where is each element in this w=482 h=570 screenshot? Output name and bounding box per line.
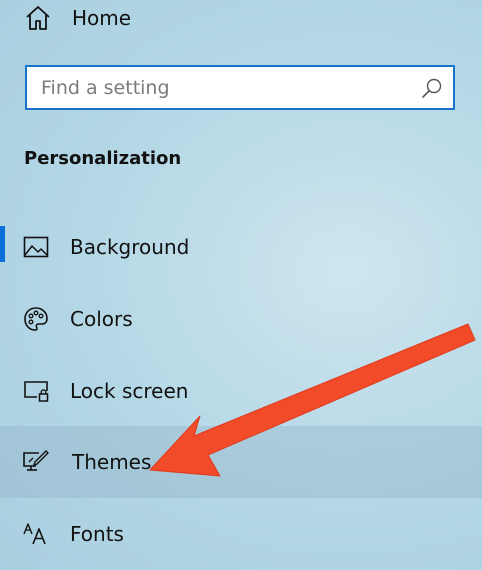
search-box[interactable]	[25, 65, 455, 110]
home-link[interactable]: Home	[0, 0, 482, 36]
section-title: Personalization	[24, 148, 182, 169]
nav-item-themes[interactable]: Themes	[0, 426, 482, 498]
fonts-icon	[22, 520, 50, 548]
picture-icon	[22, 233, 50, 261]
nav-label-themes: Themes	[72, 450, 152, 474]
nav-item-colors[interactable]: Colors	[0, 283, 482, 355]
palette-icon	[22, 305, 50, 333]
nav-item-background[interactable]: Background	[0, 211, 482, 283]
nav-item-fonts[interactable]: Fonts	[0, 498, 482, 570]
search-input[interactable]	[41, 75, 411, 101]
search-icon[interactable]	[421, 77, 443, 99]
nav-label-lock-screen: Lock screen	[70, 379, 189, 403]
nav-label-background: Background	[70, 235, 190, 259]
themes-icon	[22, 448, 50, 476]
nav-item-lock-screen[interactable]: Lock screen	[0, 355, 482, 427]
nav-label-fonts: Fonts	[70, 522, 124, 546]
home-icon	[24, 4, 52, 32]
lock-screen-icon	[22, 377, 50, 405]
home-label: Home	[72, 6, 132, 30]
nav-label-colors: Colors	[70, 307, 133, 331]
